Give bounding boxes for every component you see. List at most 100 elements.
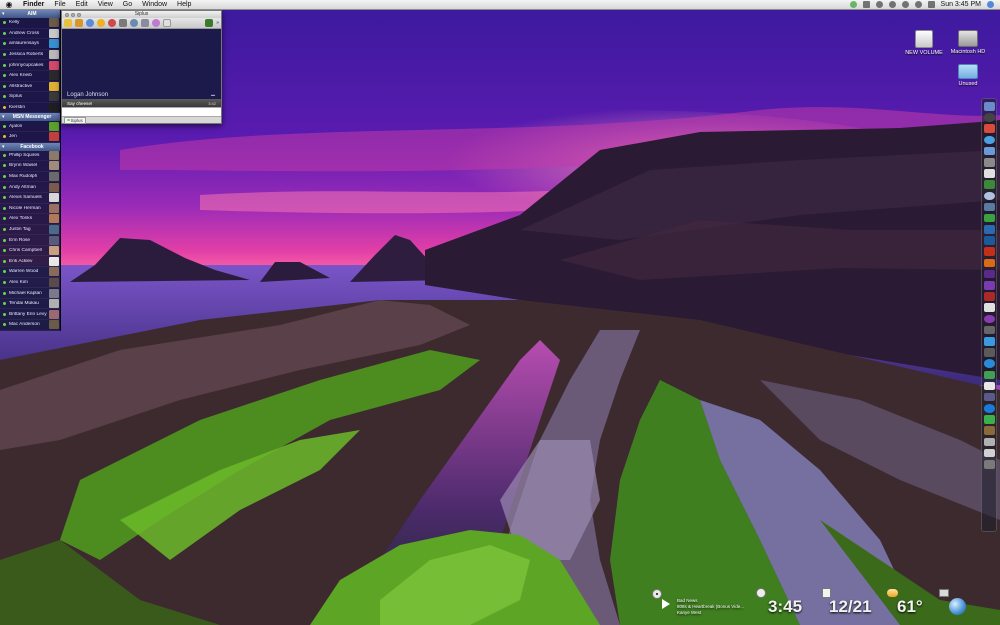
buddy-item[interactable]: Michael Kaplan (0, 288, 60, 299)
utility-icon[interactable] (983, 213, 995, 223)
buddy-item[interactable]: Jen (0, 132, 60, 143)
buddy-item[interactable]: Brittany Erin Levy (0, 309, 60, 321)
buddy-item[interactable]: Phillip Squires (0, 150, 60, 162)
dreamweaver-icon[interactable] (983, 269, 995, 279)
record-icon[interactable] (108, 19, 116, 27)
group-collapse-icon[interactable]: ▾ (2, 113, 5, 121)
time-machine-icon[interactable] (875, 1, 883, 8)
buddy-item[interactable]: Siplus (0, 92, 60, 103)
buddy-item[interactable]: Erin Rose (0, 235, 60, 246)
preview-icon[interactable] (983, 381, 995, 391)
chat-tab[interactable]: Siplus (64, 116, 86, 124)
menu-help[interactable]: Help (172, 0, 196, 10)
chat-titlebar[interactable]: Siplus (62, 11, 221, 18)
acrobat-icon[interactable] (983, 292, 995, 301)
file-transfer-icon[interactable] (141, 19, 149, 27)
block-icon[interactable] (75, 19, 83, 27)
messenger-icon[interactable] (983, 336, 995, 346)
group-collapse-icon[interactable]: ▾ (2, 10, 5, 18)
archive-icon[interactable] (983, 426, 995, 436)
menubar-clock[interactable]: Sun 3:45 PM (941, 0, 981, 10)
documents-stack-icon[interactable] (983, 448, 995, 458)
lightroom-icon[interactable] (983, 236, 995, 245)
menu-file[interactable]: File (49, 0, 70, 10)
buddy-item[interactable]: Erik Acklev (0, 256, 60, 268)
address-book-icon[interactable] (983, 157, 995, 167)
apple-menu-icon[interactable]: ◉ (0, 0, 18, 10)
menu-go[interactable]: Go (118, 0, 137, 10)
group-header-facebook[interactable]: ▾ Facebook (0, 142, 60, 151)
bluetooth-icon[interactable] (888, 1, 896, 8)
buddy-item[interactable]: amlaurensays (0, 39, 60, 50)
photoshop-icon[interactable] (983, 225, 995, 234)
buddy-item[interactable]: Warren Wood (0, 267, 60, 278)
menu-edit[interactable]: Edit (71, 0, 93, 10)
buddy-item[interactable]: Alex Tonks (0, 214, 60, 225)
globe-icon[interactable] (949, 598, 966, 615)
buddy-item[interactable]: Allstractive (0, 81, 60, 93)
dashboard-icon[interactable] (983, 113, 995, 122)
tools-icon[interactable] (119, 19, 127, 27)
trash-icon[interactable] (983, 460, 995, 469)
itunes-note-icon[interactable] (983, 314, 995, 324)
buddy-item[interactable]: Andrew Cross (0, 28, 60, 40)
terminal-icon[interactable] (983, 325, 995, 335)
minimize-button[interactable] (71, 12, 75, 17)
buddy-item[interactable]: Nicole Herman (0, 203, 60, 215)
adium-status-icon[interactable] (849, 1, 857, 8)
group-header-msn[interactable]: ▾ MSN Messenger (0, 113, 60, 122)
battery-icon[interactable] (927, 1, 935, 8)
buddy-item[interactable]: johnnycupcakes (0, 60, 60, 71)
color-icon[interactable] (152, 19, 160, 27)
group-header-aim[interactable]: ▾ AIM (0, 10, 60, 18)
format-icon[interactable] (163, 19, 171, 27)
info-icon[interactable] (86, 19, 94, 27)
chat-transcript[interactable]: Logan Johnson ▬ (62, 29, 221, 99)
buddy-item[interactable]: Max Rudolph (0, 172, 60, 183)
facetime-icon[interactable] (983, 180, 995, 189)
buddy-item[interactable]: Alex Kim (0, 277, 60, 289)
premiere-icon[interactable] (983, 281, 995, 290)
buddy-item[interactable]: Kierstin (0, 103, 60, 114)
group-collapse-icon[interactable]: ▾ (2, 143, 5, 151)
buddy-item[interactable]: Justin Tag (0, 224, 60, 236)
calendar-icon[interactable] (983, 169, 995, 178)
desktop-icon-unused[interactable]: Unused (940, 64, 996, 87)
buddy-item[interactable]: Andy Altman (0, 182, 60, 193)
buddy-item[interactable]: Kelly (0, 18, 60, 29)
menu-view[interactable]: View (93, 0, 118, 10)
finder-icon[interactable] (983, 102, 995, 111)
textedit-icon[interactable] (983, 303, 995, 312)
illustrator-icon[interactable] (983, 258, 995, 268)
preferences-icon[interactable] (983, 348, 995, 357)
buddy-item[interactable]: Brynn Waisel (0, 161, 60, 172)
wifi-icon[interactable] (901, 1, 909, 8)
photo-icon[interactable] (983, 191, 995, 201)
mail-icon[interactable] (983, 146, 995, 156)
message-input[interactable] (62, 107, 221, 116)
close-button[interactable] (65, 12, 69, 17)
display-icon[interactable] (862, 1, 870, 8)
safari-icon[interactable] (983, 135, 995, 145)
downloads-stack-icon[interactable] (983, 437, 995, 447)
app-store-icon[interactable] (983, 124, 995, 133)
spotlight-icon[interactable] (987, 1, 994, 8)
emoticon-icon[interactable] (97, 19, 105, 27)
play-icon[interactable] (662, 599, 670, 609)
buddy-item[interactable]: Tendai Mukau (0, 299, 60, 310)
desktop-icon-macintosh-hd[interactable]: Macintosh HD (940, 30, 996, 55)
browser-icon[interactable] (983, 404, 995, 413)
buddy-item[interactable]: Alexis Samuels (0, 193, 60, 204)
menu-app-finder[interactable]: Finder (18, 0, 49, 10)
warn-icon[interactable] (64, 19, 72, 27)
zoom-button[interactable] (77, 12, 81, 17)
vlc-icon[interactable] (983, 392, 995, 402)
transmission-icon[interactable] (983, 415, 995, 424)
buddy-item[interactable]: Chris Campbell (0, 246, 60, 257)
buddy-item[interactable]: Alex Kneib (0, 71, 60, 82)
adium-icon[interactable] (983, 370, 995, 380)
toolbar-overflow-icon[interactable]: » (216, 20, 221, 26)
flash-icon[interactable] (983, 247, 995, 257)
globe-icon[interactable] (130, 19, 138, 27)
volume-icon[interactable] (914, 1, 922, 8)
